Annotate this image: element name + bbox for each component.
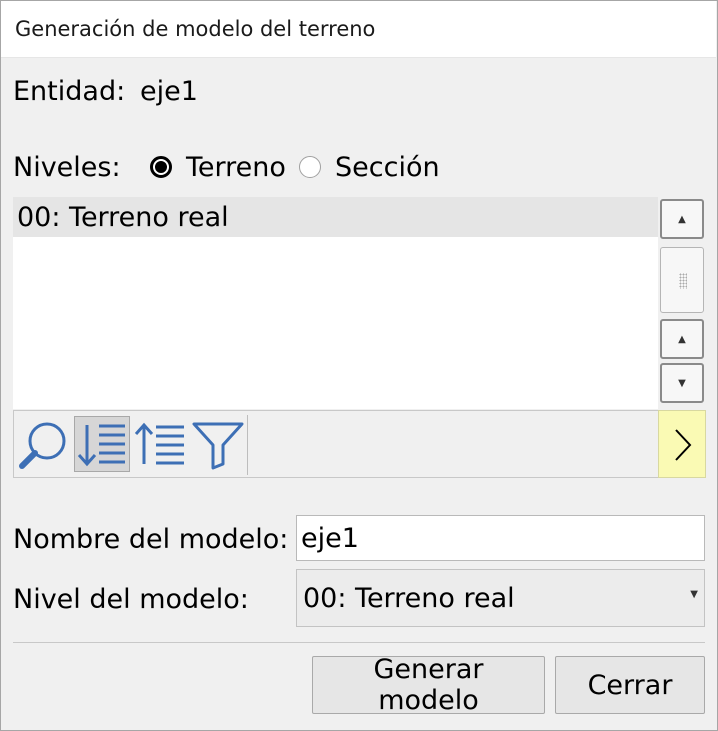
search-button[interactable] [16, 416, 72, 472]
model-name-label: Nombre del modelo: [13, 524, 289, 555]
scroll-down-arrow-icon: ▼ [678, 377, 686, 389]
model-level-select[interactable]: 00: Terreno real ▼ [296, 569, 705, 627]
entity-label: Entidad: [13, 76, 126, 107]
close-button[interactable]: Cerrar [555, 656, 705, 714]
list-item-label: 00: Terreno real [17, 202, 229, 233]
scroll-up-arrow-icon: ▲ [678, 213, 686, 225]
scroll-up-arrow-icon: ▲ [678, 333, 686, 345]
model-level-value: 00: Terreno real [303, 583, 515, 614]
list-scrollbar[interactable]: ▲ ▲ ▼ [658, 197, 706, 409]
radio-seccion[interactable] [299, 156, 321, 178]
filter-button[interactable] [190, 416, 246, 472]
sort-ascending-button[interactable] [132, 416, 188, 472]
divider [13, 642, 705, 643]
scroll-down-button[interactable]: ▼ [660, 363, 704, 403]
list-toolbar [13, 410, 659, 478]
search-icon [19, 422, 66, 469]
sort-descending-button[interactable] [74, 416, 130, 472]
toolbar-divider [247, 415, 248, 475]
scroll-up-button[interactable]: ▲ [660, 199, 704, 239]
radio-seccion-label[interactable]: Sección [335, 152, 440, 183]
model-name-input[interactable] [297, 516, 704, 560]
levels-list[interactable]: 00: Terreno real [13, 197, 659, 409]
list-item[interactable]: 00: Terreno real [13, 197, 659, 237]
generate-model-button[interactable]: Generar modelo [312, 654, 545, 716]
radio-terreno-label[interactable]: Terreno [186, 152, 286, 183]
chevron-right-icon [675, 429, 692, 461]
scroll-page-up-button[interactable]: ▲ [660, 319, 704, 359]
levels-label: Niveles: [13, 152, 121, 183]
model-name-field[interactable] [296, 515, 705, 561]
filter-icon [192, 422, 244, 470]
scroll-thumb[interactable] [660, 247, 704, 313]
toolbar-expand-button[interactable] [658, 410, 706, 478]
entity-value: eje1 [140, 76, 198, 107]
grip-icon [679, 273, 687, 289]
title-bar[interactable]: Generación de modelo del terreno [0, 0, 716, 58]
model-level-label: Nivel del modelo: [13, 584, 249, 615]
radio-terreno[interactable] [150, 156, 172, 178]
window-title: Generación de modelo del terreno [15, 17, 376, 41]
sort-ascending-icon [134, 422, 184, 465]
chevron-down-icon: ▼ [690, 589, 698, 600]
sort-descending-icon [77, 424, 125, 467]
